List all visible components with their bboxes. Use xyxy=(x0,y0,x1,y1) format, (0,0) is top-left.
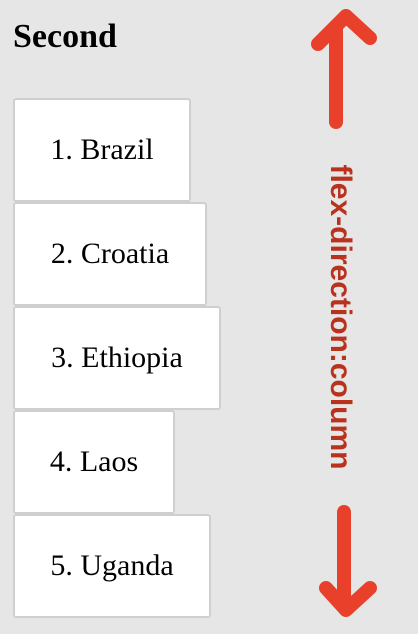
flex-item-uganda: 5. Uganda xyxy=(13,514,211,618)
arrow-head-up xyxy=(311,9,377,51)
flex-item-laos: 4. Laos xyxy=(13,410,175,514)
flex-direction-label: flex-direction:column xyxy=(324,164,357,470)
flex-item-croatia: 2. Croatia xyxy=(13,202,207,306)
section-heading: Second xyxy=(13,18,117,55)
flex-item-ethiopia: 3. Ethiopia xyxy=(13,306,221,410)
flex-container: 1. Brazil 2. Croatia 3. Ethiopia 4. Laos… xyxy=(13,98,221,618)
flex-item-brazil: 1. Brazil xyxy=(13,98,191,202)
